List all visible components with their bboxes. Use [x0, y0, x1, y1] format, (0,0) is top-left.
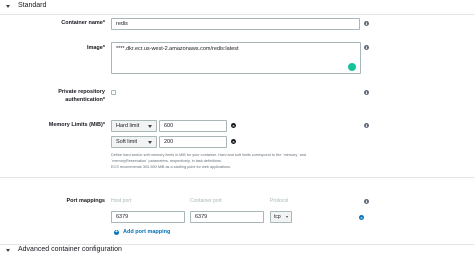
- protocol-header: Protocol: [270, 198, 289, 204]
- info-icon[interactable]: i: [364, 90, 369, 95]
- image-textarea[interactable]: ****.dkr.ecr.us-west-2.amazonaws.com/red…: [111, 42, 361, 74]
- chevron-down-icon: [148, 141, 152, 144]
- standard-section-header[interactable]: Standard: [0, 0, 474, 15]
- memory-help-line1: Define hard and/or soft memory limits in…: [111, 153, 306, 157]
- private-repo-label-line2: authentication*: [65, 97, 105, 103]
- remove-soft-limit-icon[interactable]: ×: [231, 139, 236, 144]
- collapse-caret-icon[interactable]: [6, 5, 10, 8]
- advanced-section-header[interactable]: Advanced container configuration: [0, 246, 474, 253]
- soft-limit-select[interactable]: Soft limit: [111, 136, 157, 148]
- collapse-caret-icon[interactable]: [6, 249, 10, 252]
- host-port-input[interactable]: 6379: [111, 211, 185, 223]
- hard-limit-select-label: Hard limit: [116, 123, 140, 129]
- chevron-down-icon: [286, 216, 288, 218]
- private-repo-checkbox[interactable]: [111, 90, 116, 95]
- port-mappings-label: Port mappings: [66, 198, 105, 204]
- remove-port-mapping-icon[interactable]: ×: [359, 215, 364, 220]
- remove-hard-limit-icon[interactable]: ×: [231, 123, 236, 128]
- protocol-select[interactable]: tcp: [270, 211, 292, 223]
- container-port-header: Container port: [190, 198, 222, 204]
- hard-limit-input[interactable]: 600: [159, 120, 227, 132]
- soft-limit-select-label: Soft limit: [116, 139, 138, 145]
- info-icon[interactable]: i: [364, 199, 369, 204]
- private-repo-label-line1: Private repository: [58, 89, 105, 95]
- section-divider: [0, 14, 474, 15]
- chevron-down-icon: [148, 125, 152, 128]
- host-port-header: Host port: [111, 198, 132, 204]
- grammarly-icon[interactable]: [348, 63, 356, 71]
- container-port-input[interactable]: 6379: [190, 211, 264, 223]
- image-label: Image*: [86, 45, 105, 51]
- memory-limits-label: Memory Limits (MiB)*: [48, 122, 105, 128]
- info-icon[interactable]: i: [364, 45, 369, 50]
- soft-limit-input[interactable]: 200: [159, 136, 227, 148]
- hard-limit-select[interactable]: Hard limit: [111, 120, 157, 132]
- bottom-divider: [0, 244, 474, 245]
- container-name-label: Container name*: [61, 20, 105, 26]
- info-icon[interactable]: i: [364, 21, 369, 26]
- protocol-value: tcp: [274, 214, 281, 220]
- advanced-section-title: Advanced container configuration: [18, 246, 122, 253]
- memory-help-line2: `memoryReservation` parameters, respecti…: [111, 159, 222, 163]
- add-icon[interactable]: +: [114, 230, 119, 235]
- container-name-input[interactable]: redis: [111, 18, 360, 30]
- image-value: ****.dkr.ecr.us-west-2.amazonaws.com/red…: [116, 46, 239, 52]
- section-title: Standard: [18, 2, 47, 9]
- info-icon[interactable]: i: [364, 123, 369, 128]
- port-divider: [0, 177, 474, 178]
- add-port-mapping-link[interactable]: Add port mapping: [123, 229, 170, 235]
- memory-help-line3: ECS recommends 300-500 MiB as a starting…: [111, 165, 232, 169]
